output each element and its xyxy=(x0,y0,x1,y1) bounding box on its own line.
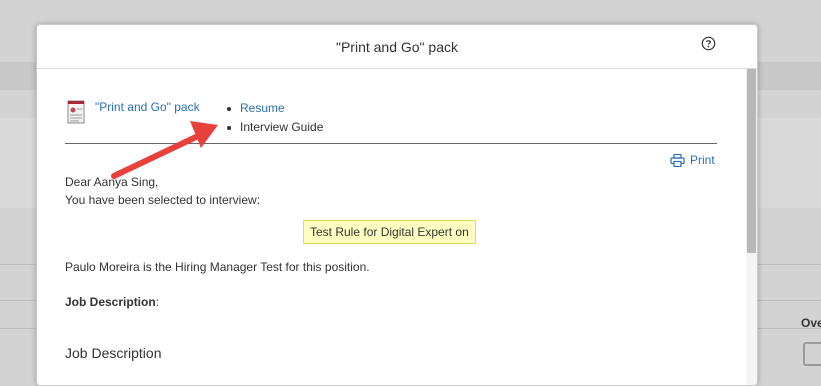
printer-icon xyxy=(670,153,685,167)
job-description-colon: : xyxy=(155,295,160,309)
position-highlight: Test Rule for Digital Expert on xyxy=(303,220,476,244)
scrollbar-thumb[interactable] xyxy=(747,69,756,253)
job-description-heading: Job Description xyxy=(65,345,162,361)
job-description-field: Job Description: xyxy=(65,295,159,309)
print-and-go-dialog: "Print and Go" pack "Print and Go" pack … xyxy=(36,24,758,386)
print-label: Print xyxy=(690,153,715,167)
scrollbar[interactable] xyxy=(746,69,757,385)
letter-greeting: Dear Aanya Sing, xyxy=(65,175,159,189)
resume-link[interactable]: Resume xyxy=(240,101,285,115)
hiring-manager-text: Paulo Moreira is the Hiring Manager Test… xyxy=(65,260,370,274)
job-description-label: Job Description xyxy=(65,295,156,309)
print-button[interactable]: Print xyxy=(670,153,715,167)
interview-guide-label: Interview Guide xyxy=(240,120,324,134)
list-item: Interview Guide xyxy=(227,118,323,137)
question-circle-icon[interactable] xyxy=(701,36,716,51)
divider xyxy=(65,143,717,144)
background-column-label: Ove xyxy=(801,316,821,330)
dialog-title: "Print and Go" pack xyxy=(335,39,458,55)
list-item[interactable]: Resume xyxy=(227,99,323,118)
letter-intro: You have been selected to interview: xyxy=(65,193,261,207)
document-icon xyxy=(67,100,85,124)
dialog-header: "Print and Go" pack xyxy=(37,25,757,69)
print-and-go-pack-link[interactable]: "Print and Go" pack xyxy=(95,100,200,114)
dialog-body[interactable]: "Print and Go" pack Resume Interview Gui… xyxy=(37,69,757,385)
thumbs-up-icon xyxy=(803,342,821,366)
document-list: Resume Interview Guide xyxy=(227,99,323,137)
